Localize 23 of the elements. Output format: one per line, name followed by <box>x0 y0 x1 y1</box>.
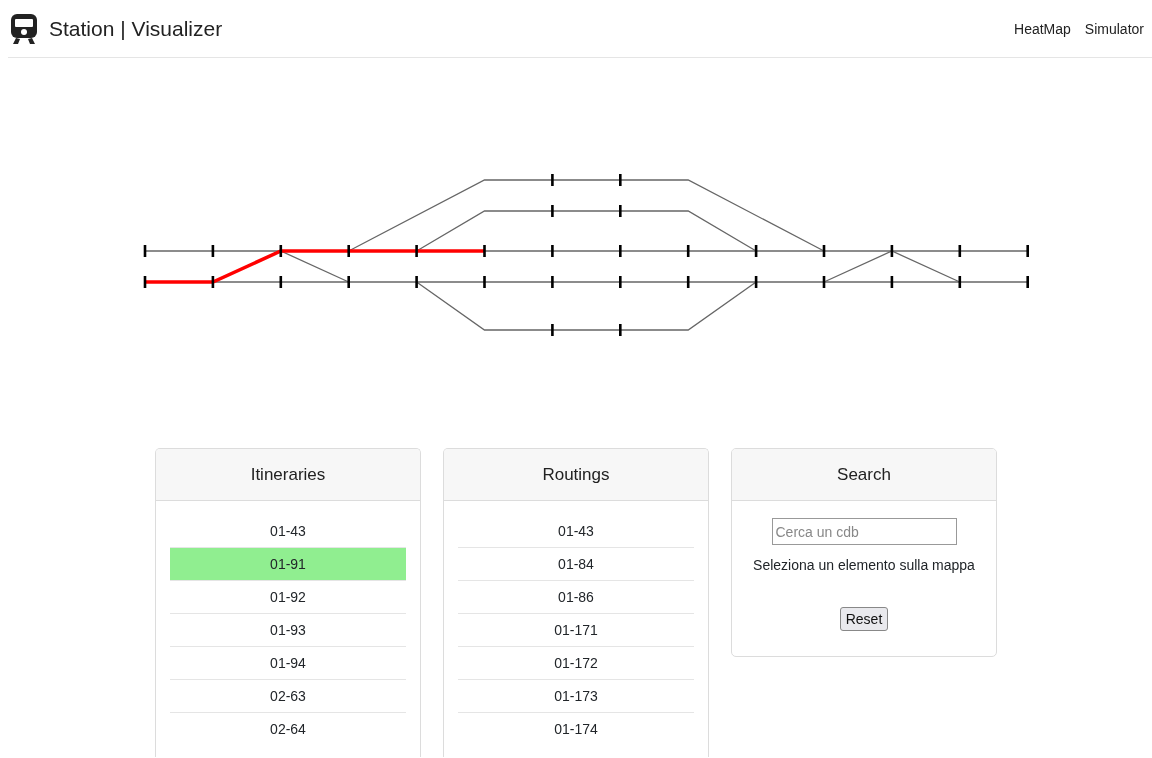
list-item[interactable]: 02-63 <box>170 680 406 713</box>
list-item[interactable]: 01-91 <box>170 548 406 581</box>
list-item[interactable]: 01-86 <box>458 581 694 614</box>
nav-link[interactable]: Simulator <box>1084 20 1144 37</box>
reset-button[interactable]: Reset <box>839 607 889 631</box>
train-icon <box>11 13 37 44</box>
app-title: Station | Visualizer <box>49 16 223 41</box>
nav-link[interactable]: HeatMap <box>1014 20 1071 37</box>
list-item[interactable]: 01-92 <box>170 581 406 614</box>
list-item[interactable]: 01-43 <box>458 515 694 548</box>
list-item[interactable]: 02-64 <box>170 713 406 745</box>
card-header: Routings <box>444 449 708 501</box>
list-item[interactable]: 01-172 <box>458 647 694 680</box>
list-item[interactable]: 01-171 <box>458 614 694 647</box>
list-item[interactable]: 01-174 <box>458 713 694 745</box>
list-item[interactable]: 01-84 <box>458 548 694 581</box>
list-item[interactable]: 01-94 <box>170 647 406 680</box>
list-item[interactable]: 01-93 <box>170 614 406 647</box>
list-item[interactable]: 01-173 <box>458 680 694 713</box>
card-header: Itineraries <box>156 449 420 501</box>
card-header: Search <box>732 449 996 501</box>
search-field[interactable]: Cerca un cdb <box>771 518 957 545</box>
hint-text: Seleziona un elemento sulla mappa <box>753 557 975 573</box>
